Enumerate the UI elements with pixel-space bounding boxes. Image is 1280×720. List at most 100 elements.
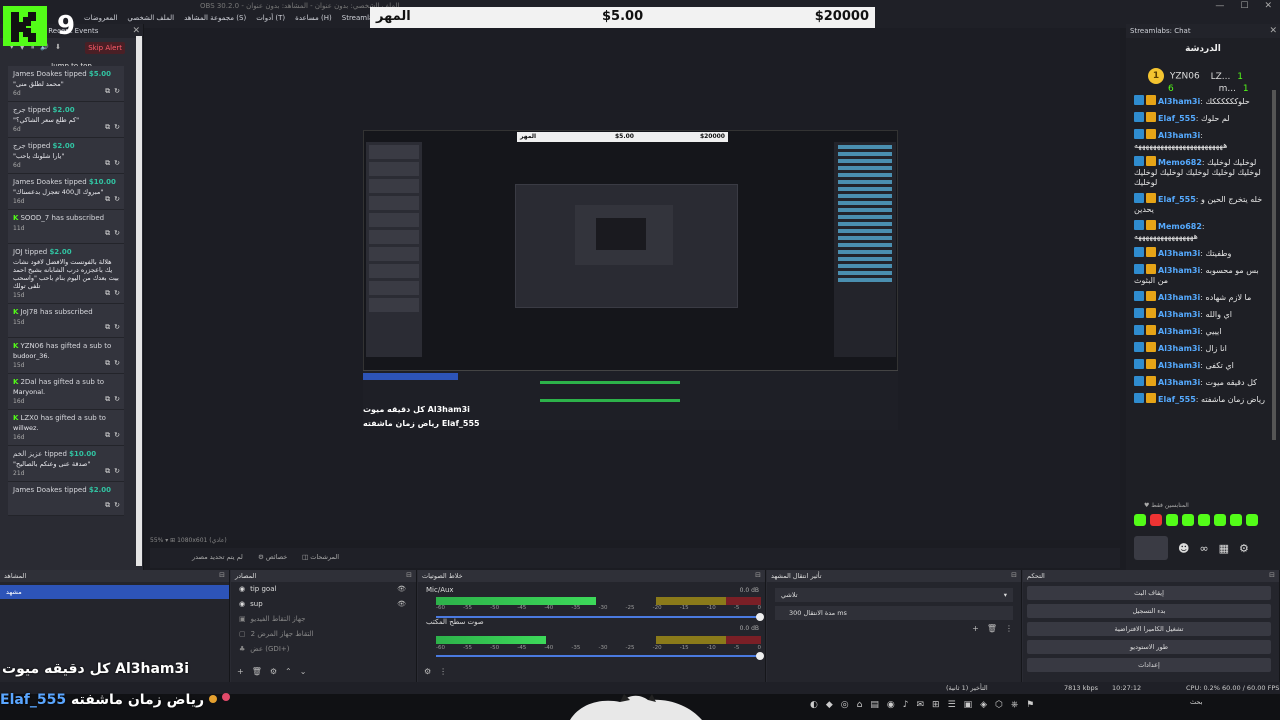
scrollbar[interactable] — [136, 36, 142, 566]
transition-select[interactable]: تلاشي ▾ — [775, 588, 1013, 602]
source-item[interactable]: ▣ جهاز التقاط الفيديو — [231, 612, 416, 627]
chat-user[interactable]: Al3ham3i — [1158, 97, 1200, 106]
replay-icon[interactable]: ↻ — [114, 123, 120, 132]
chat-user[interactable]: Al3ham3i — [1158, 344, 1200, 353]
copy-icon[interactable]: ⧉ — [105, 159, 110, 168]
maximize-button[interactable]: ☐ — [1240, 1, 1248, 11]
add-icon[interactable]: + — [972, 624, 979, 633]
taskbar-app-icon[interactable]: ⌂ — [857, 700, 863, 710]
taskbar-search[interactable]: بحث — [1190, 698, 1202, 706]
dock-menu-icon[interactable]: ⊟ — [755, 571, 761, 579]
chat-user[interactable]: Al3ham3i — [1158, 266, 1200, 275]
menu-item-streamlabs[interactable]: المعروضات — [84, 14, 117, 22]
stop-streaming-button[interactable]: إيقاف البث — [1027, 586, 1271, 600]
taskbar-app-icon[interactable]: ◈ — [980, 700, 987, 710]
link-icon[interactable]: ∞ — [1199, 542, 1208, 555]
copy-icon[interactable]: ⧉ — [105, 467, 110, 476]
settings-icon[interactable]: ⚙ — [1239, 542, 1249, 555]
taskbar-app-icon[interactable]: ☰ — [948, 700, 956, 710]
taskbar-app-icon[interactable]: ⎈ — [1011, 700, 1018, 710]
source-item[interactable]: ◉ sup 👁 — [231, 597, 416, 612]
copy-icon[interactable]: ⧉ — [105, 501, 110, 510]
taskbar-app-icon[interactable]: ◉ — [887, 700, 895, 710]
copy-icon[interactable]: ⧉ — [105, 229, 110, 238]
menu-item-profile[interactable]: الملف الشخصي — [127, 14, 174, 22]
gear-icon[interactable]: ⚙ — [270, 667, 277, 676]
scene-item[interactable]: مشهد — [0, 585, 229, 599]
source-item[interactable]: ♣ عض (GDI+) — [231, 642, 416, 657]
replay-icon[interactable]: ↻ — [114, 395, 120, 404]
source-item[interactable]: ◉ tip goal 👁 — [231, 582, 416, 597]
replay-icon[interactable]: ↻ — [114, 289, 120, 298]
close-icon[interactable]: ✕ — [1269, 26, 1277, 36]
chat-user[interactable]: Al3ham3i — [1158, 361, 1200, 370]
eye-icon[interactable]: 👁 — [397, 585, 406, 593]
replay-icon[interactable]: ↻ — [114, 229, 120, 238]
chat-user[interactable]: Elaf_555 — [1158, 114, 1196, 123]
chat-user[interactable]: Al3ham3i — [1158, 310, 1200, 319]
menu-item-tools[interactable]: أدوات (T) — [256, 14, 285, 22]
more-icon[interactable]: ⋮ — [1005, 624, 1013, 633]
add-icon[interactable]: + — [237, 667, 244, 676]
settings-button[interactable]: إعدادات — [1027, 658, 1271, 672]
replay-icon[interactable]: ↻ — [114, 195, 120, 204]
taskbar-app-icon[interactable]: ✉ — [916, 700, 924, 710]
emote-icon[interactable] — [1230, 514, 1242, 526]
mic-aux-volume-slider[interactable] — [436, 613, 764, 621]
dock-menu-icon[interactable]: ⊟ — [406, 571, 412, 579]
close-icon[interactable]: ✕ — [132, 26, 140, 36]
arrow-down-icon[interactable]: ⌄ — [300, 667, 307, 676]
emote-icon[interactable] — [1166, 514, 1178, 526]
chat-user[interactable]: Al3ham3i — [1158, 378, 1200, 387]
dock-menu-icon[interactable]: ⊟ — [1011, 571, 1017, 579]
replay-icon[interactable]: ↻ — [114, 467, 120, 476]
copy-icon[interactable]: ⧉ — [105, 289, 110, 298]
scrollbar[interactable] — [1272, 90, 1276, 440]
chat-user[interactable]: Memo682 — [1158, 222, 1202, 231]
replay-icon[interactable]: ↻ — [114, 87, 120, 96]
start-recording-button[interactable]: بدء التسجيل — [1027, 604, 1271, 618]
copy-icon[interactable]: ⧉ — [105, 323, 110, 332]
chat-user[interactable]: Al3ham3i — [1158, 327, 1200, 336]
copy-icon[interactable]: ⧉ — [105, 431, 110, 440]
properties-button[interactable]: ⚙ خصائص — [258, 553, 287, 561]
taskbar-app-icon[interactable]: ▤ — [870, 700, 879, 710]
dock-menu-icon[interactable]: ⊟ — [219, 571, 225, 579]
gear-icon[interactable]: ⚙ — [424, 667, 431, 676]
arrow-up-icon[interactable]: ⌃ — [285, 667, 292, 676]
more-icon[interactable]: ⋮ — [439, 667, 447, 676]
trash-icon[interactable]: 🗑 — [252, 667, 262, 676]
chat-user[interactable]: Al3ham3i — [1158, 131, 1200, 140]
source-item[interactable]: ▢ التقاط جهاز المرض 2 — [231, 627, 416, 642]
virtual-camera-button[interactable]: تشغيل الكاميرا الافتراضية — [1027, 622, 1271, 636]
taskbar-app-icon[interactable]: ◆ — [826, 700, 833, 710]
emote-icon[interactable] — [1214, 514, 1226, 526]
filters-button[interactable]: ◫ المرشحات — [302, 553, 339, 561]
menu-item-help[interactable]: مساعدة (H) — [295, 14, 332, 22]
menu-item-scene-collection[interactable]: مجموعة المشاهد (S) — [184, 14, 246, 22]
emote-icon[interactable] — [1198, 514, 1210, 526]
replay-icon[interactable]: ↻ — [114, 501, 120, 510]
emote-icon[interactable] — [1134, 514, 1146, 526]
replay-icon[interactable]: ↻ — [114, 323, 120, 332]
chat-user[interactable]: Elaf_555 — [1158, 195, 1196, 204]
copy-icon[interactable]: ⧉ — [105, 395, 110, 404]
replay-icon[interactable]: ↻ — [114, 359, 120, 368]
avatar[interactable] — [1134, 536, 1168, 560]
replay-icon[interactable]: ↻ — [114, 159, 120, 168]
copy-icon[interactable]: ⧉ — [105, 195, 110, 204]
minimize-button[interactable]: — — [1215, 1, 1224, 11]
replay-icon[interactable]: ↻ — [114, 431, 120, 440]
emote-icon[interactable] — [1150, 514, 1162, 526]
desktop-audio-volume-slider[interactable] — [436, 652, 764, 660]
taskbar-app-icon[interactable]: ◎ — [841, 700, 849, 710]
chat-user[interactable]: Memo682 — [1158, 158, 1202, 167]
close-button[interactable]: ✕ — [1264, 1, 1272, 11]
taskbar-app-icon[interactable]: ⊞ — [932, 700, 940, 710]
gift-icon[interactable]: ▦ — [1219, 542, 1229, 555]
dock-menu-icon[interactable]: ⊟ — [1269, 571, 1275, 579]
emote-icon[interactable] — [1246, 514, 1258, 526]
taskbar-app-icon[interactable]: ▣ — [964, 700, 973, 710]
taskbar-app-icon[interactable]: ♪ — [903, 700, 909, 710]
taskbar-app-icon[interactable]: ◐ — [810, 700, 818, 710]
